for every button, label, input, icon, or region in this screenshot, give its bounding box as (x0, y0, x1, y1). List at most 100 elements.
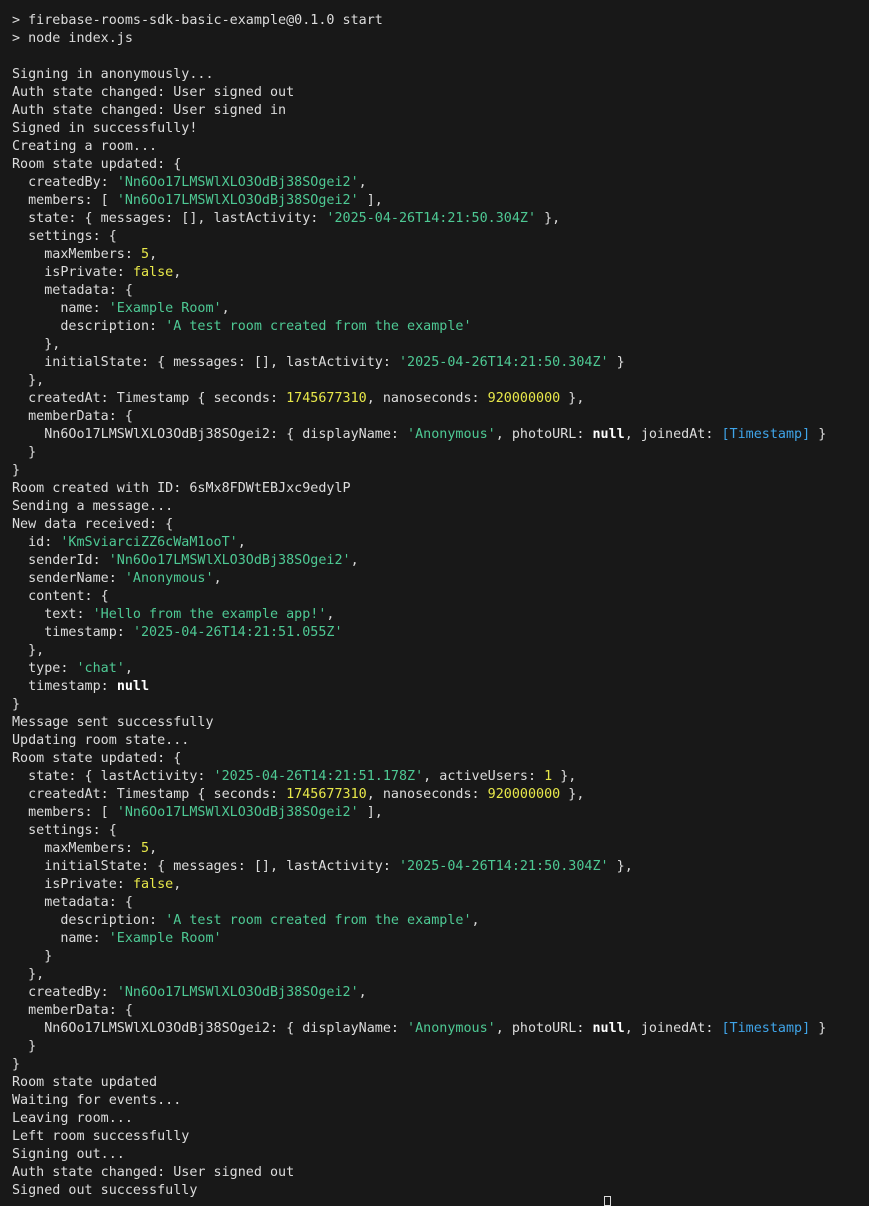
string-value: 'Anonymous' (407, 427, 496, 442)
number-value: 5 (141, 247, 150, 262)
output-text: , photoURL: (495, 1021, 593, 1036)
terminal-line: New data received: { (12, 516, 869, 534)
output-text: Auth state changed: User signed out (12, 1165, 295, 1180)
string-value: 'Example Room' (108, 931, 222, 946)
output-text: } (810, 1021, 827, 1036)
output-text: }, (12, 643, 45, 658)
terminal-line: Nn6Oo17LMSWlXLO3OdBj38SOgei2: { displayN… (12, 1020, 869, 1038)
output-text: , (149, 247, 158, 262)
string-value: 'Nn6Oo17LMSWlXLO3OdBj38SOgei2' (116, 805, 359, 820)
output-text: senderName: (12, 571, 125, 586)
string-value: 'Hello from the example app!' (92, 607, 327, 622)
output-text: > firebase-rooms-sdk-basic-example@0.1.0… (12, 13, 383, 28)
terminal-line: Room state updated: { (12, 156, 869, 174)
terminal-line: Left room successfully (12, 1128, 869, 1146)
null-value: null (592, 427, 625, 442)
output-text: Auth state changed: User signed in (12, 103, 287, 118)
output-text: isPrivate: (12, 265, 133, 280)
output-text: , (149, 841, 158, 856)
string-value: 'Nn6Oo17LMSWlXLO3OdBj38SOgei2' (116, 193, 359, 208)
string-value: 'Nn6Oo17LMSWlXLO3OdBj38SOgei2' (116, 175, 359, 190)
terminal-line: members: [ 'Nn6Oo17LMSWlXLO3OdBj38SOgei2… (12, 192, 869, 210)
terminal-line: senderId: 'Nn6Oo17LMSWlXLO3OdBj38SOgei2'… (12, 552, 869, 570)
output-text: createdBy: (12, 985, 117, 1000)
output-text: createdAt: Timestamp { seconds: (12, 391, 287, 406)
output-text: settings: { (12, 823, 117, 838)
output-text: text: (12, 607, 93, 622)
output-text: initialState: { messages: [], lastActivi… (12, 859, 399, 874)
output-text: state: { messages: [], lastActivity: (12, 211, 327, 226)
terminal-line: > node index.js (12, 30, 869, 48)
number-value: 1745677310 (286, 787, 367, 802)
output-text: metadata: { (12, 283, 133, 298)
output-text: Room state updated: { (12, 751, 182, 766)
terminal-line: }, (12, 642, 869, 660)
terminal-line: metadata: { (12, 894, 869, 912)
string-value: 'Nn6Oo17LMSWlXLO3OdBj38SOgei2' (108, 553, 351, 568)
string-value: '2025-04-26T14:21:51.055Z' (132, 625, 343, 640)
terminal-line: createdBy: 'Nn6Oo17LMSWlXLO3OdBj38SOgei2… (12, 174, 869, 192)
output-text: Room state updated (12, 1075, 158, 1090)
output-text: initialState: { messages: [], lastActivi… (12, 355, 399, 370)
output-text: state: { lastActivity: (12, 769, 214, 784)
output-text: }, (608, 859, 633, 874)
terminal-line: name: 'Example Room' (12, 930, 869, 948)
terminal-line: memberData: { (12, 1002, 869, 1020)
output-text: , (173, 265, 182, 280)
string-value: '2025-04-26T14:21:50.304Z' (398, 859, 609, 874)
output-text: Updating room state... (12, 733, 190, 748)
terminal-line: state: { lastActivity: '2025-04-26T14:21… (12, 768, 869, 786)
output-text: description: (12, 319, 166, 334)
string-value: '2025-04-26T14:21:50.304Z' (326, 211, 537, 226)
output-text: , (350, 553, 359, 568)
terminal-line: createdAt: Timestamp { seconds: 17456773… (12, 786, 869, 804)
terminal-line: isPrivate: false, (12, 264, 869, 282)
terminal-line: Room state updated: { (12, 750, 869, 768)
output-text: , activeUsers: (423, 769, 545, 784)
output-text: timestamp: (12, 679, 117, 694)
terminal-line: Signed out successfully (12, 1182, 869, 1200)
output-text: } (12, 697, 21, 712)
terminal-line: type: 'chat', (12, 660, 869, 678)
terminal-line: } (12, 1038, 869, 1056)
terminal-line: maxMembers: 5, (12, 840, 869, 858)
terminal-line: Message sent successfully (12, 714, 869, 732)
terminal-line: Creating a room... (12, 138, 869, 156)
number-value: 1745677310 (286, 391, 367, 406)
terminal-line: Nn6Oo17LMSWlXLO3OdBj38SOgei2: { displayN… (12, 426, 869, 444)
terminal-line: description: 'A test room created from t… (12, 318, 869, 336)
output-text: name: (12, 931, 109, 946)
output-text: , nanoseconds: (366, 391, 488, 406)
output-text: , (471, 913, 480, 928)
output-text: isPrivate: (12, 877, 133, 892)
terminal-line: timestamp: null (12, 678, 869, 696)
terminal-line: } (12, 462, 869, 480)
output-text: , (124, 661, 133, 676)
output-text: } (12, 1057, 21, 1072)
terminal-line: Waiting for events... (12, 1092, 869, 1110)
terminal-line: state: { messages: [], lastActivity: '20… (12, 210, 869, 228)
output-text: senderId: (12, 553, 109, 568)
terminal-line: } (12, 444, 869, 462)
output-text: }, (560, 391, 585, 406)
terminal-line: initialState: { messages: [], lastActivi… (12, 858, 869, 876)
output-text: , (237, 535, 246, 550)
output-text: Waiting for events... (12, 1093, 182, 1108)
terminal-line: Room created with ID: 6sMx8FDWtEBJxc9edy… (12, 480, 869, 498)
output-text: , (326, 607, 335, 622)
terminal-line: }, (12, 336, 869, 354)
output-text: members: [ (12, 805, 117, 820)
terminal-line: settings: { (12, 822, 869, 840)
output-text: } (12, 1039, 37, 1054)
terminal-line: metadata: { (12, 282, 869, 300)
terminal-line: isPrivate: false, (12, 876, 869, 894)
string-value: '2025-04-26T14:21:51.178Z' (213, 769, 424, 784)
terminal-line: Auth state changed: User signed out (12, 1164, 869, 1182)
terminal-output[interactable]: > firebase-rooms-sdk-basic-example@0.1.0… (0, 0, 869, 1204)
terminal-line: } (12, 948, 869, 966)
terminal-line: Auth state changed: User signed in (12, 102, 869, 120)
special-value: [Timestamp] (721, 1021, 811, 1036)
output-text: ], (358, 193, 383, 208)
terminal-line: createdAt: Timestamp { seconds: 17456773… (12, 390, 869, 408)
output-text: } (12, 445, 37, 460)
